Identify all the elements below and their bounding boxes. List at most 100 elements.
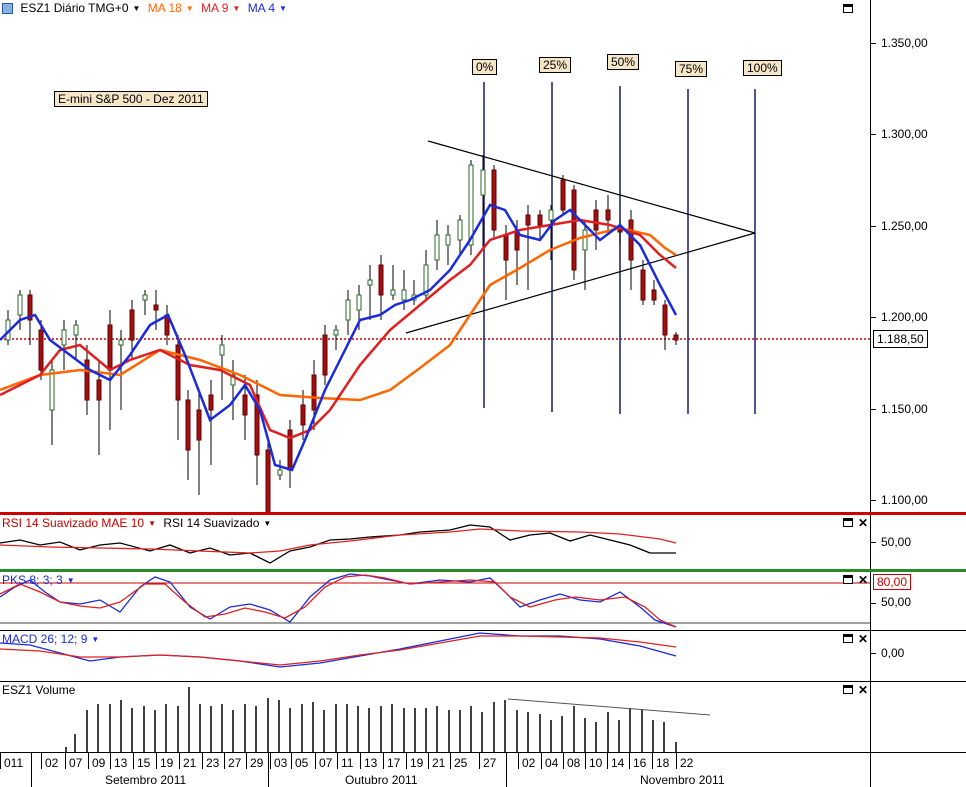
candle-body xyxy=(503,234,509,261)
candle-body xyxy=(640,269,646,301)
candle-body xyxy=(617,229,623,233)
candle-body xyxy=(287,429,293,471)
candle-body xyxy=(457,219,463,241)
candle-body xyxy=(73,324,79,336)
macd-line xyxy=(0,632,677,668)
price-tick: 1.300,00 xyxy=(881,127,928,141)
date-tick-label: 07 xyxy=(69,756,83,770)
macd-pane[interactable]: MACD 26; 12; 9 ▼ ✕ xyxy=(0,631,870,681)
date-tick-label: 29 xyxy=(250,756,264,770)
candle-body xyxy=(662,304,668,336)
volume-axis xyxy=(870,682,966,752)
rsi-chart-canvas xyxy=(0,524,677,564)
candle-body xyxy=(491,169,497,231)
stochastic-header: PKS 8; 3; 3 ▼ xyxy=(2,573,79,587)
month-label: Outubro 2011 xyxy=(345,773,418,787)
date-tick-label: 11 xyxy=(341,756,354,770)
price-axis[interactable]: 1.350,00 1.300,00 1.250,00 1.200,00 1.15… xyxy=(870,0,966,512)
price-pane[interactable]: ESZ1 Diário TMG+0 ▼ MA 18 ▼ MA 9 ▼ MA 4 ▼ E-… xyxy=(0,0,870,512)
overbought-level-badge: 80,00 xyxy=(873,574,912,590)
candle-body xyxy=(582,229,588,251)
rsi-pane[interactable]: RSI 14 Suavizado MAE 10 ▼ RSI 14 Suavizad… xyxy=(0,515,870,569)
candle-body xyxy=(345,299,351,321)
candle-body xyxy=(628,219,634,261)
maximize-icon[interactable] xyxy=(843,575,853,584)
candle-body xyxy=(265,449,271,512)
candle-body xyxy=(142,294,148,301)
candle-body xyxy=(153,304,159,311)
date-tick-label: 18 xyxy=(656,756,670,770)
candle-body xyxy=(322,334,328,376)
date-tick-label: 13 xyxy=(364,756,378,770)
close-icon[interactable]: ✕ xyxy=(858,574,868,586)
candle-body xyxy=(242,394,248,416)
candles xyxy=(5,155,679,512)
macd-axis: 0,00 xyxy=(870,631,966,681)
macd-signal-line xyxy=(0,635,677,666)
candle-body xyxy=(185,399,191,451)
candle-body xyxy=(196,409,202,441)
date-tick-label: 08 xyxy=(567,756,581,770)
date-tick-label: 03 xyxy=(274,756,288,770)
date-tick-label: 02 xyxy=(45,756,59,770)
date-tick-label: 14 xyxy=(611,756,625,770)
candle-body xyxy=(219,344,225,356)
candle-body xyxy=(38,329,44,371)
candle-body xyxy=(378,264,384,296)
candle-body xyxy=(605,209,611,221)
volume-pane[interactable]: ESZ1 Volume ✕ xyxy=(0,682,870,752)
price-tick: 1.100,00 xyxy=(881,493,928,507)
price-tick: 1.200,00 xyxy=(881,310,928,324)
rsi-axis: 50,00 xyxy=(870,515,966,569)
candle-body xyxy=(593,209,599,231)
stochastic-label[interactable]: PKS 8; 3; 3 xyxy=(2,573,63,587)
price-tick: 1.350,00 xyxy=(881,36,928,50)
rsi-tick: 50,00 xyxy=(881,535,912,549)
triangle-upper-line xyxy=(427,140,756,234)
date-tick-label: 05 xyxy=(295,756,309,770)
candle-body xyxy=(468,164,474,246)
price-tick: 1.150,00 xyxy=(881,402,928,416)
date-tick-label: 27 xyxy=(228,756,242,770)
candle-body xyxy=(311,374,317,411)
last-price-badge: 1.188,50 xyxy=(873,330,928,348)
candle-body xyxy=(107,324,113,371)
candle-body xyxy=(333,329,339,336)
date-axis[interactable]: Setembro 2011 Outubro 2011 Novembro 2011… xyxy=(0,752,966,787)
date-tick-label: 21 xyxy=(432,756,446,770)
price-chart-canvas[interactable] xyxy=(0,0,870,512)
date-tick-label: 07 xyxy=(319,756,333,770)
date-tick-label: 15 xyxy=(137,756,151,770)
date-tick-label: 02 xyxy=(522,756,536,770)
macd-chart-canvas xyxy=(0,632,677,668)
price-tick: 1.250,00 xyxy=(881,219,928,233)
date-tick-label: 23 xyxy=(206,756,220,770)
candle-body xyxy=(548,209,554,221)
candle-body xyxy=(673,334,679,341)
candle-body xyxy=(118,339,124,346)
date-tick-label: 13 xyxy=(114,756,128,770)
candle-body xyxy=(300,404,306,426)
candle-body xyxy=(129,309,135,341)
candle-body xyxy=(401,289,407,301)
candle-body xyxy=(17,294,23,316)
stochastic-pane[interactable]: PKS 8; 3; 3 ▼ ✕ xyxy=(0,572,870,630)
triangle-lower-line xyxy=(405,232,756,334)
date-tick-label: 17 xyxy=(387,756,401,770)
candle-body xyxy=(367,279,373,286)
candle-body xyxy=(61,329,67,346)
date-tick-label: 25 xyxy=(454,756,468,770)
stochastic-tick: 50,00 xyxy=(881,595,912,609)
chevron-down-icon[interactable]: ▼ xyxy=(67,576,75,585)
candle-body xyxy=(480,169,486,196)
candle-body xyxy=(208,394,214,411)
date-tick-label: 04 xyxy=(545,756,559,770)
stochastic-axis: 80,00 50,00 xyxy=(870,572,966,630)
date-tick-label: 09 xyxy=(92,756,106,770)
date-tick-label: 10 xyxy=(589,756,603,770)
macd-tick: 0,00 xyxy=(881,646,905,660)
date-tick-label: 19 xyxy=(410,756,424,770)
candle-body xyxy=(537,214,543,226)
rsi-line xyxy=(0,524,676,564)
candle-body xyxy=(525,214,531,226)
